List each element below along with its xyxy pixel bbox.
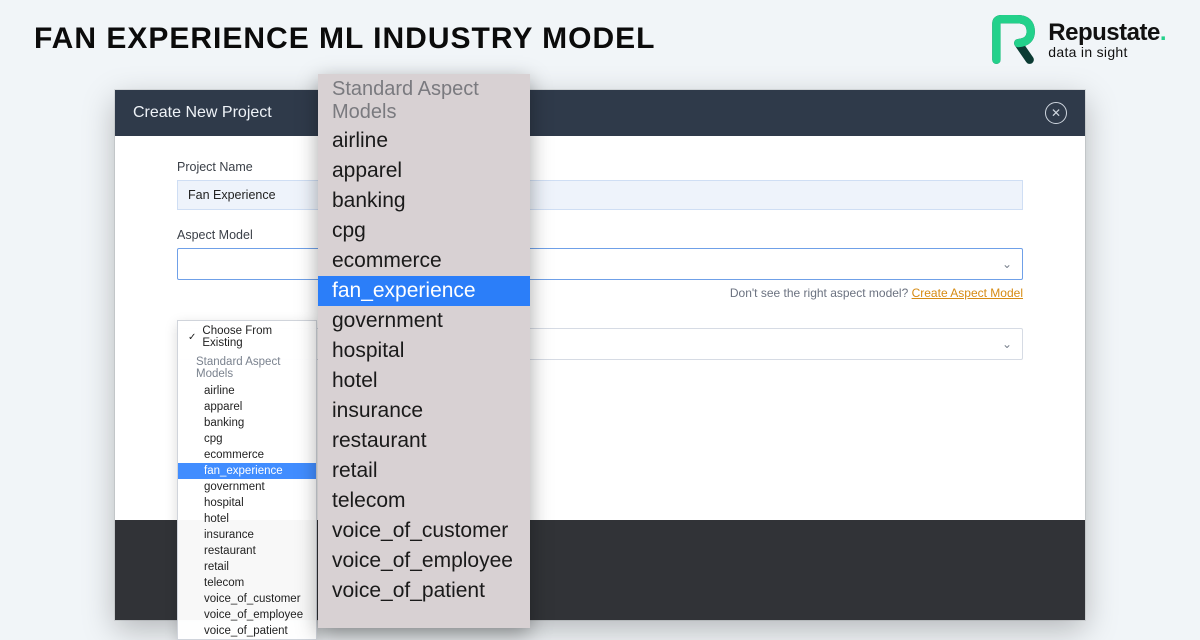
dropdown-item-government[interactable]: government bbox=[178, 479, 316, 495]
dropdown-choose-label: Choose From Existing bbox=[202, 325, 306, 349]
dropdown-item-large-fan_experience[interactable]: fan_experience bbox=[318, 276, 530, 306]
aspect-model-dropdown-large[interactable]: Standard Aspect Models airlineapparelban… bbox=[318, 74, 530, 628]
check-icon: ✓ bbox=[188, 332, 196, 343]
dropdown-item-large-ecommerce[interactable]: ecommerce bbox=[318, 246, 530, 276]
dropdown-item-large-government[interactable]: government bbox=[318, 306, 530, 336]
dropdown-item-voice_of_employee[interactable]: voice_of_employee bbox=[178, 607, 316, 623]
dropdown-item-large-banking[interactable]: banking bbox=[318, 186, 530, 216]
dropdown-item-large-voice_of_patient[interactable]: voice_of_patient bbox=[318, 576, 530, 606]
dropdown-item-airline[interactable]: airline bbox=[178, 383, 316, 399]
chevron-down-icon: ⌄ bbox=[1002, 337, 1012, 351]
dropdown-item-large-apparel[interactable]: apparel bbox=[318, 156, 530, 186]
dropdown-item-cpg[interactable]: cpg bbox=[178, 431, 316, 447]
dropdown-group-label-large: Standard Aspect Models bbox=[318, 74, 530, 126]
brand-tagline: data in sight bbox=[1048, 45, 1166, 59]
dropdown-item-large-voice_of_employee[interactable]: voice_of_employee bbox=[318, 546, 530, 576]
brand-name: Repustate. bbox=[1048, 21, 1166, 45]
dropdown-group-label: Standard Aspect Models bbox=[178, 353, 316, 383]
dropdown-item-retail[interactable]: retail bbox=[178, 559, 316, 575]
brand-mark-icon bbox=[986, 14, 1038, 66]
dropdown-item-large-cpg[interactable]: cpg bbox=[318, 216, 530, 246]
close-icon: ✕ bbox=[1051, 106, 1061, 120]
dropdown-item-hotel[interactable]: hotel bbox=[178, 511, 316, 527]
dropdown-item-large-hospital[interactable]: hospital bbox=[318, 336, 530, 366]
project-name-label: Project Name bbox=[177, 160, 1023, 174]
dropdown-item-hospital[interactable]: hospital bbox=[178, 495, 316, 511]
dropdown-choose-existing[interactable]: ✓ Choose From Existing bbox=[178, 321, 316, 353]
dropdown-item-large-retail[interactable]: retail bbox=[318, 456, 530, 486]
dropdown-item-fan_experience[interactable]: fan_experience bbox=[178, 463, 316, 479]
dropdown-item-large-voice_of_customer[interactable]: voice_of_customer bbox=[318, 516, 530, 546]
dropdown-item-voice_of_patient[interactable]: voice_of_patient bbox=[178, 623, 316, 639]
dropdown-item-insurance[interactable]: insurance bbox=[178, 527, 316, 543]
helper-text: Don't see the right aspect model? Create… bbox=[177, 286, 1023, 300]
chevron-down-icon: ⌄ bbox=[1002, 257, 1012, 271]
dropdown-item-large-airline[interactable]: airline bbox=[318, 126, 530, 156]
page-title: FAN EXPERIENCE ML INDUSTRY MODEL bbox=[34, 22, 656, 56]
modal-header: Create New Project ✕ bbox=[115, 90, 1085, 136]
dropdown-item-telecom[interactable]: telecom bbox=[178, 575, 316, 591]
project-name-input[interactable] bbox=[177, 180, 1023, 210]
dropdown-item-ecommerce[interactable]: ecommerce bbox=[178, 447, 316, 463]
dropdown-item-restaurant[interactable]: restaurant bbox=[178, 543, 316, 559]
aspect-model-label: Aspect Model bbox=[177, 228, 1023, 242]
dropdown-item-large-insurance[interactable]: insurance bbox=[318, 396, 530, 426]
modal-title: Create New Project bbox=[133, 104, 272, 122]
close-button[interactable]: ✕ bbox=[1045, 102, 1067, 124]
dropdown-item-banking[interactable]: banking bbox=[178, 415, 316, 431]
dropdown-item-large-restaurant[interactable]: restaurant bbox=[318, 426, 530, 456]
aspect-model-dropdown-small[interactable]: ✓ Choose From Existing Standard Aspect M… bbox=[177, 320, 317, 640]
aspect-model-select[interactable]: ⌄ bbox=[177, 248, 1023, 280]
dropdown-item-voice_of_customer[interactable]: voice_of_customer bbox=[178, 591, 316, 607]
dropdown-item-large-telecom[interactable]: telecom bbox=[318, 486, 530, 516]
dropdown-item-apparel[interactable]: apparel bbox=[178, 399, 316, 415]
dropdown-item-large-hotel[interactable]: hotel bbox=[318, 366, 530, 396]
brand-logo: Repustate. data in sight bbox=[986, 14, 1166, 66]
create-aspect-model-link[interactable]: Create Aspect Model bbox=[912, 286, 1023, 300]
